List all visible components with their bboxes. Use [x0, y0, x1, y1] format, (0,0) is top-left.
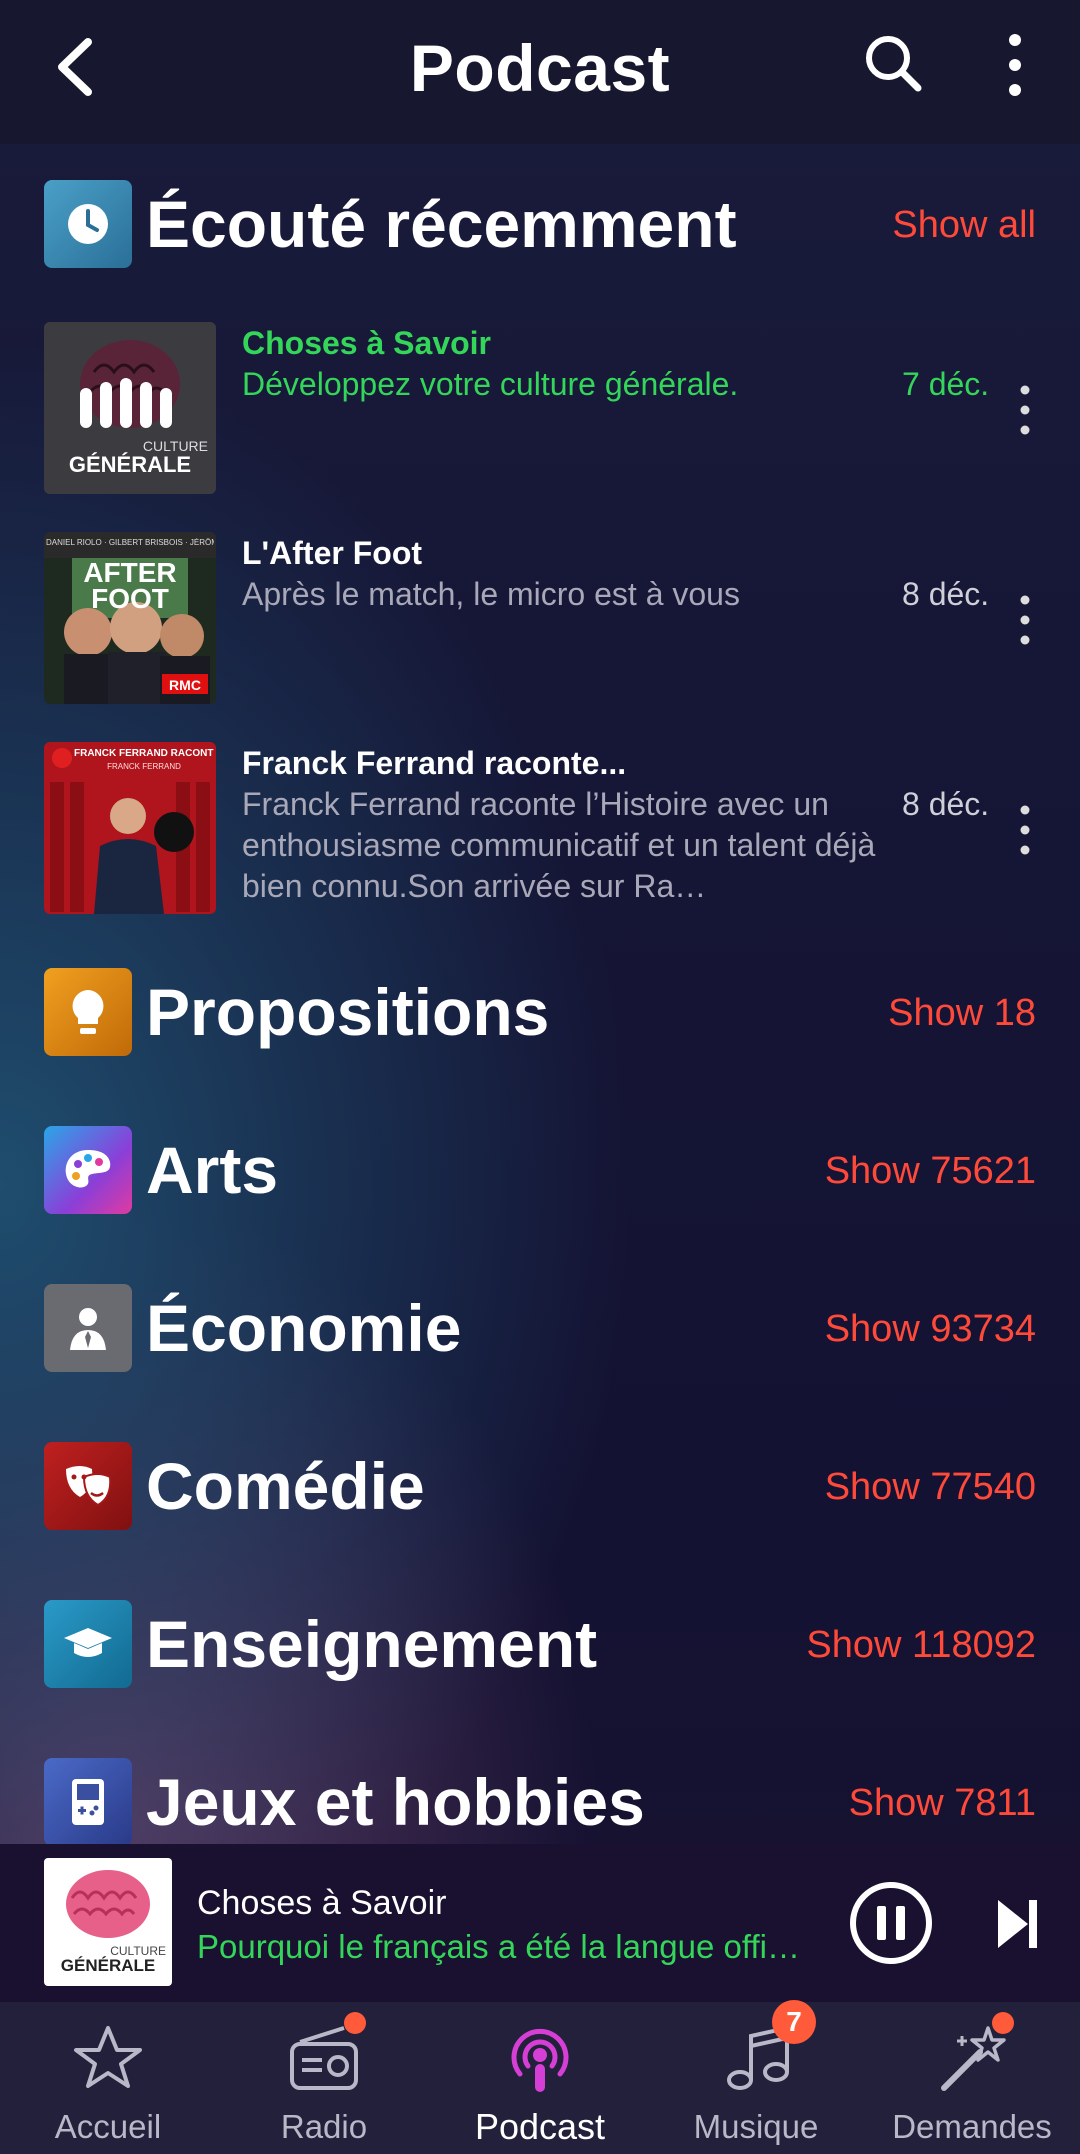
category-economie[interactable]: Économie Show 93734: [44, 1284, 1036, 1374]
recent-episode-row[interactable]: DANIEL RIOLO · GILBERT BRISBOIS · JÉRÔME…: [44, 532, 1036, 704]
skip-next-icon: [998, 1900, 1037, 1948]
podcast-artwork: CULTURE GÉNÉRALE: [44, 322, 216, 494]
theater-masks-icon: [44, 1442, 132, 1530]
artwork-label-2: RMC: [169, 677, 201, 693]
nav-musique[interactable]: 7 Musique: [648, 2000, 864, 2154]
show-all-link[interactable]: Show all: [892, 204, 1036, 247]
episode-date: 7 déc.: [902, 366, 990, 402]
artwork-label: AFTER FOOT: [83, 557, 177, 614]
pause-icon: [850, 1882, 932, 1964]
episode-more-button[interactable]: [1014, 592, 1036, 652]
now-playing-bar[interactable]: CULTURE GÉNÉRALE Choses à Savoir Pourquo…: [0, 1844, 1080, 2002]
episode-date: 8 déc.: [902, 576, 990, 612]
nav-accueil[interactable]: Accueil: [0, 2002, 216, 2154]
nav-demandes[interactable]: Demandes: [864, 2002, 1080, 2154]
category-show-link[interactable]: Show 7811: [849, 1782, 1036, 1825]
podcast-artwork: DANIEL RIOLO · GILBERT BRISBOIS · JÉRÔME…: [44, 532, 216, 704]
star-icon: [74, 2026, 142, 2088]
lightbulb-icon: [44, 968, 132, 1056]
artwork-label-2: GÉNÉRALE: [60, 1956, 156, 1975]
category-title: Économie: [146, 1291, 462, 1365]
episode-text: Franck Ferrand raconte... Franck Ferrand…: [242, 742, 922, 907]
podcast-icon: [511, 2028, 569, 2092]
podcast-artwork: FRANCK FERRAND RACONTE FRANCK FERRAND: [44, 742, 216, 914]
category-title: Arts: [146, 1133, 279, 1207]
category-enseignement[interactable]: Enseignement Show 118092: [44, 1600, 1036, 1690]
category-propositions[interactable]: Propositions Show 18: [44, 968, 1036, 1058]
section-header-recent: Écouté récemment Show all: [44, 180, 1036, 270]
search-icon: [866, 36, 922, 92]
episode-description: Développez votre culture générale.: [242, 366, 739, 402]
episode-description: Franck Ferrand raconte l’Histoire avec u…: [242, 786, 876, 904]
now-playing-title: Choses à Savoir: [197, 1884, 447, 1922]
overflow-menu-button[interactable]: [995, 30, 1035, 100]
category-title: Enseignement: [146, 1607, 598, 1681]
category-show-link[interactable]: Show 77540: [825, 1466, 1036, 1509]
skip-next-button[interactable]: [994, 1896, 1040, 1952]
now-playing-artwork: CULTURE GÉNÉRALE: [44, 1858, 172, 1986]
notification-dot: [992, 2012, 1014, 2034]
pause-button[interactable]: [848, 1880, 934, 1966]
more-vert-icon: [1020, 595, 1030, 645]
episode-more-button[interactable]: [1014, 382, 1036, 442]
search-button[interactable]: [858, 30, 928, 100]
more-vert-icon: [1020, 385, 1030, 435]
category-title: Jeux et hobbies: [146, 1765, 645, 1839]
palette-icon: [44, 1126, 132, 1214]
artwork-label: FRANCK FERRAND: [107, 762, 181, 771]
nav-podcast[interactable]: Podcast: [432, 2002, 648, 2154]
category-show-link[interactable]: Show 118092: [806, 1624, 1036, 1667]
episode-date: 8 déc.: [902, 786, 990, 822]
graduation-cap-icon: [44, 1600, 132, 1688]
nav-label: Musique: [693, 2108, 819, 2145]
category-show-link[interactable]: Show 18: [888, 992, 1036, 1035]
businessman-icon: [44, 1284, 132, 1372]
nav-radio[interactable]: Radio: [216, 2002, 432, 2154]
recent-episode-row[interactable]: CULTURE GÉNÉRALE Choses à Savoir Dévelop…: [44, 322, 1036, 494]
notification-dot: [344, 2012, 366, 2034]
category-title: Propositions: [146, 975, 550, 1049]
section-title: Écouté récemment: [146, 187, 737, 261]
nav-label: Demandes: [892, 2108, 1052, 2145]
episode-title: L'After Foot: [242, 535, 423, 571]
artwork-label-2: GÉNÉRALE: [68, 452, 192, 477]
artwork-top-text: FRANCK FERRAND RACONTE: [74, 748, 214, 759]
category-title: Comédie: [146, 1449, 425, 1523]
nav-label: Accueil: [54, 2108, 162, 2145]
category-show-link[interactable]: Show 93734: [825, 1308, 1036, 1351]
bottom-navigation: Accueil Radio Podcast 7 Musique Demandes: [0, 2000, 1080, 2154]
episode-more-button[interactable]: [1014, 802, 1036, 862]
top-app-bar: Podcast: [0, 0, 1080, 144]
recent-episode-row[interactable]: FRANCK FERRAND RACONTE FRANCK FERRAND Fr…: [44, 742, 1036, 914]
episode-text: Choses à Savoir Développez votre culture…: [242, 322, 922, 405]
gameboy-icon: [44, 1758, 132, 1846]
episode-text: L'After Foot Après le match, le micro es…: [242, 532, 922, 615]
episode-description: Après le match, le micro est à vous: [242, 576, 740, 612]
episode-title: Choses à Savoir: [242, 325, 491, 361]
more-vert-icon: [1020, 805, 1030, 855]
category-comedie[interactable]: Comédie Show 77540: [44, 1442, 1036, 1532]
now-playing-subtitle: Pourquoi le français a été la langue off…: [197, 1928, 800, 1965]
category-arts[interactable]: Arts Show 75621: [44, 1126, 1036, 1216]
category-jeux-et-hobbies[interactable]: Jeux et hobbies Show 7811: [44, 1758, 1036, 1848]
notification-badge: 7: [772, 2000, 816, 2044]
more-vert-icon: [1009, 34, 1021, 96]
episode-title: Franck Ferrand raconte...: [242, 745, 627, 781]
nav-label: Podcast: [474, 2106, 606, 2147]
category-show-link[interactable]: Show 75621: [825, 1150, 1036, 1193]
nav-label: Radio: [280, 2108, 368, 2145]
artwork-top-text: DANIEL RIOLO · GILBERT BRISBOIS · JÉRÔME…: [46, 538, 214, 547]
clock-icon: [44, 180, 132, 268]
